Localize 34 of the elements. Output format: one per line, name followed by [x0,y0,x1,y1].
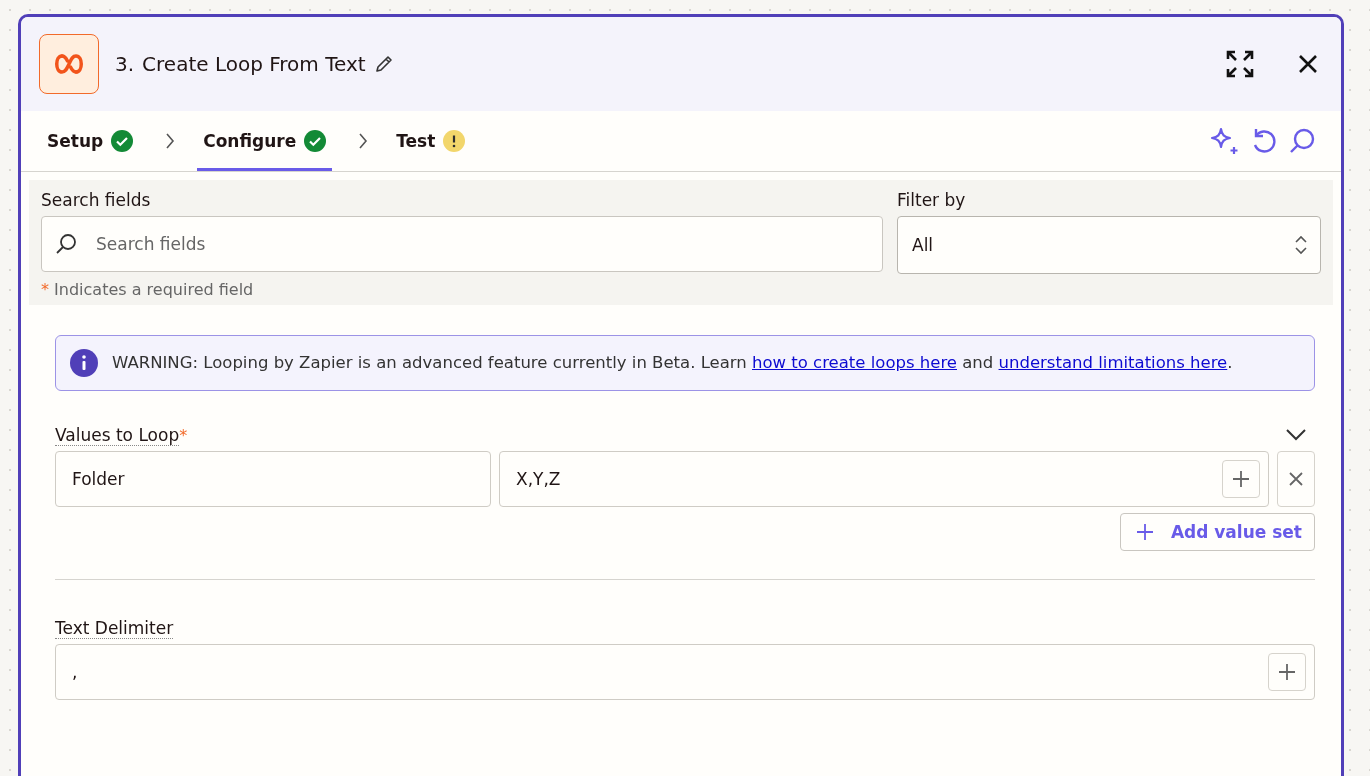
step-number: 3. [115,52,135,76]
loop-logo-icon [39,34,99,94]
filter-select[interactable]: All [897,216,1321,274]
help-link[interactable]: how to create loops here [752,353,957,372]
add-value-set-button[interactable]: Add value set [1119,513,1315,551]
step-tab[interactable]: Setup [41,114,140,171]
search-label: Search fields [41,190,152,210]
insert-button[interactable] [1268,653,1306,691]
remove-button[interactable] [1277,451,1315,507]
step-title: Create Loop From Text [142,52,366,76]
field-label: Text Delimiter [55,618,174,639]
delimiter-field[interactable]: , [55,644,1315,700]
filter-label: Filter by [897,190,967,210]
sort-arrows-icon [1294,234,1308,256]
required-note: * Indicates a required field [41,280,255,299]
insert-button[interactable] [1222,460,1260,498]
step-tab[interactable]: Configure [197,114,333,171]
field-label: Values to Loop [55,425,180,446]
value-field[interactable]: X,Y,Z [499,451,1269,507]
info-icon [70,349,98,377]
search-icon [55,233,77,255]
warning-text: WARNING: Looping by Zapier is an advanced feature currently in Beta. Learn how to create loops here and understand limitations here. [112,352,1233,374]
search-field[interactable]: Search fields [41,216,883,272]
close-icon [1288,471,1304,487]
plus-icon [1231,469,1251,489]
plus-icon [1134,522,1155,542]
help-link[interactable]: understand limitations here [998,353,1228,372]
chevron-down-icon[interactable] [1285,428,1307,442]
chevron-right-icon [358,132,369,150]
key-field[interactable]: Folder [55,451,491,507]
plus-icon [1277,662,1297,682]
step-tab[interactable]: Test [390,114,472,171]
chevron-right-icon [165,132,176,150]
required-asterisk: * [179,426,188,445]
